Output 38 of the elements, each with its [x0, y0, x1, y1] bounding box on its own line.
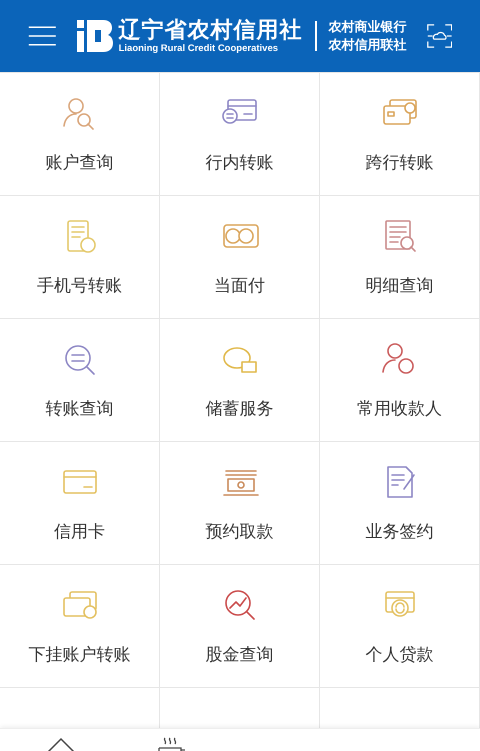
service-label: 储蓄服务	[206, 398, 274, 420]
bank-name: 农村信用联社	[328, 36, 407, 54]
logo-subtitle: Liaoning Rural Credit Cooperatives	[118, 44, 280, 54]
service-label: 预约取款	[206, 521, 274, 544]
service-tile[interactable]: 手机号转账	[0, 196, 160, 319]
house-roof-icon[interactable]	[45, 737, 77, 751]
logo-title: 辽宁省农村信用社	[118, 18, 303, 41]
service-tile[interactable]: 常用收款人	[320, 319, 480, 442]
bank-name: 农村商业银行	[328, 18, 407, 36]
service-tile[interactable]: 跨行转账	[320, 73, 480, 196]
service-label: 行内转账	[206, 152, 274, 174]
coffee-cup-icon[interactable]	[157, 737, 187, 751]
service-tile[interactable]: 股金查询	[160, 565, 320, 688]
service-label: 转账查询	[46, 398, 114, 420]
service-tile[interactable]: 明细查询	[320, 196, 480, 319]
service-tile[interactable]: 信用卡	[0, 442, 160, 565]
logo-icon	[76, 20, 113, 52]
service-label: 下挂账户转账	[28, 644, 130, 666]
service-label: 常用收款人	[357, 398, 442, 420]
service-label: 账户查询	[46, 152, 114, 174]
service-tile[interactable]: 储蓄服务	[160, 319, 320, 442]
service-label: 明细查询	[366, 275, 434, 298]
service-tile[interactable]: 业务签约	[320, 442, 480, 565]
service-label: 当面付	[214, 275, 265, 298]
service-tile[interactable]: 转账查询	[0, 319, 160, 442]
scan-icon[interactable]	[426, 21, 452, 51]
service-label: 跨行转账	[366, 152, 434, 174]
service-label: 股金查询	[206, 644, 274, 666]
service-tile[interactable]: 当面付	[160, 196, 320, 319]
service-tile[interactable]: 行内转账	[160, 73, 320, 196]
service-label: 手机号转账	[37, 275, 122, 298]
service-tile[interactable]: 个人贷款	[320, 565, 480, 688]
service-tile[interactable]: 下挂账户转账	[0, 565, 160, 688]
service-label: 信用卡	[54, 521, 105, 544]
service-label: 个人贷款	[366, 644, 434, 666]
service-label: 业务签约	[366, 521, 434, 544]
service-tile[interactable]: 账户查询	[0, 73, 160, 196]
service-tile[interactable]: 预约取款	[160, 442, 320, 565]
